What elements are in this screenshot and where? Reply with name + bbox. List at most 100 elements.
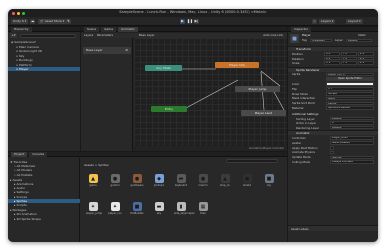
play-icon[interactable]: ▶ <box>180 19 185 24</box>
hierarchy-item[interactable]: ▫ Platform <box>8 63 80 67</box>
assets-folder-item[interactable]: ▸ Scripts <box>8 203 80 207</box>
hierarchy-item[interactable]: ▫ Global Light 2D <box>8 49 80 53</box>
transform-z-field[interactable]: Z 0 <box>358 56 374 61</box>
hierarchy-item[interactable]: ▫ Player <box>8 67 80 71</box>
asset-label: tiles <box>200 212 206 215</box>
asset-tile[interactable]: ● mainm <box>196 174 210 187</box>
asset-tile[interactable]: ● gumbears <box>130 174 144 187</box>
account-dropdown[interactable]: Unity 6 ▾ <box>11 19 29 24</box>
hierarchy-item[interactable]: ▫ Buildings <box>8 58 80 62</box>
node-any-state[interactable]: Any State <box>145 65 182 71</box>
additional-settings-foldout[interactable]: Additional Settings <box>292 112 318 116</box>
asset-labels-bar[interactable]: Asset Labels <box>288 225 378 231</box>
asset-thumbnail-icon: ◆ <box>154 174 164 183</box>
transform-x-field[interactable]: X 0 <box>324 52 340 56</box>
asset-tile[interactable]: ◆ pickup1 <box>152 174 166 187</box>
animator-row-label: Animate Physics <box>292 150 315 155</box>
cloud-icon[interactable]: ☁ <box>30 19 35 24</box>
pause-icon[interactable]: ❚❚ <box>187 19 193 24</box>
tab-hierarchy[interactable]: Hierarchy <box>11 27 32 32</box>
asset-store-dropdown[interactable]: 🛒 Asset Store ▾ <box>38 19 67 24</box>
animator-row-value[interactable]: Always Animate <box>330 160 374 164</box>
node-player-idle[interactable]: Player Idle <box>215 62 259 68</box>
layout-dropdown[interactable]: Layout ▾ <box>346 19 363 24</box>
animator-row-checkbox[interactable] <box>330 146 334 150</box>
sprite-row-label: Material <box>292 106 304 110</box>
scene-tab-bar: Scene Game Animator <box>81 27 287 32</box>
hierarchy-item[interactable]: ◈ SampleScene* <box>8 40 80 44</box>
asset-label: keyboard <box>174 184 188 187</box>
open-sprite-editor-button[interactable]: Open Sprite Editor <box>326 77 374 81</box>
transform-header[interactable]: Transform <box>288 46 378 51</box>
sprite-row-value[interactable] <box>326 82 374 86</box>
animator-row-value[interactable]: Normal <box>330 155 374 160</box>
tab-scene[interactable]: Scene <box>84 27 100 32</box>
tab-console[interactable]: Console <box>29 152 48 157</box>
search-icon[interactable]: ⌕ <box>312 19 317 24</box>
asset-thumbnail-icon: ● <box>110 174 120 183</box>
sprite-row-value[interactable]: Sprite-Lit-Default <box>326 106 374 110</box>
asset-tile[interactable]: ✦ player_run <box>108 202 122 215</box>
animator-graph[interactable]: Any State Player Idle Entry Player Jump … <box>134 38 287 146</box>
transform-z-field[interactable]: Z 0 <box>358 52 374 56</box>
tag-dropdown[interactable]: Untagged <box>310 38 332 43</box>
additional-row-value[interactable]: Default <box>330 116 374 121</box>
transform-y-field[interactable]: Y 0 <box>341 56 357 61</box>
asset-label: mainm <box>198 184 208 187</box>
hierarchy-item[interactable]: ▫ Main Camera <box>8 45 80 49</box>
asset-tile[interactable]: ▬ keyboard <box>174 174 188 187</box>
transform-y-field[interactable]: Y 1 <box>341 61 357 65</box>
asset-tile[interactable]: ▮ side_skyscraper <box>174 202 195 215</box>
object-name[interactable]: Player <box>302 33 311 37</box>
transform-y-field[interactable]: Y 0 <box>341 52 357 56</box>
sprite-row-value[interactable]: X Y <box>326 87 374 91</box>
animator-row-value[interactable]: Player_Anim <box>330 136 374 140</box>
transform-x-field[interactable]: X 1 <box>324 61 340 65</box>
asset-tile[interactable]: ● gummi <box>108 174 122 187</box>
additional-row-label: Sorting Layer <box>296 116 315 121</box>
hierarchy-item[interactable]: ▫ Sky <box>8 54 80 58</box>
animator-component-header[interactable]: Animator <box>288 130 378 135</box>
asset-tile[interactable]: ✦ player_jump <box>86 202 102 215</box>
layer-item-base[interactable]: Base Layer ⚙ <box>83 47 131 54</box>
project-search-input[interactable] <box>226 158 278 163</box>
transform-x-field[interactable]: X 0 <box>324 56 340 61</box>
sprite-row-value[interactable]: Center <box>326 101 374 106</box>
asset-tile[interactable]: ■ bg <box>262 174 276 187</box>
packages-folder-item[interactable]: ▸ 2D Sprite Shape <box>14 217 41 221</box>
additional-row-value[interactable]: 0 <box>330 121 374 125</box>
static-checkbox[interactable]: Static <box>358 33 366 37</box>
tab-game[interactable]: Game <box>101 27 117 32</box>
animator-row-checkbox[interactable] <box>330 150 334 155</box>
project-breadcrumb[interactable]: Assets > Sprites <box>84 163 109 167</box>
asset-tile[interactable]: ● shield <box>240 174 254 187</box>
asset-tile[interactable]: ▲ ship_on <box>218 174 232 187</box>
node-entry[interactable]: Entry <box>151 106 187 112</box>
asset-tile[interactable]: ■ ProBuilder <box>130 202 144 215</box>
tab-inspector[interactable]: Inspector <box>291 27 311 32</box>
project-tree: ★ Favorites ⌕ All Materials ⌕ All Models… <box>8 158 80 242</box>
tab-project[interactable]: Project <box>11 152 28 157</box>
step-icon[interactable]: ▶| <box>194 19 199 24</box>
sprite-row-value[interactable]: None <box>326 96 374 101</box>
tab-animator[interactable]: Animator <box>118 27 138 32</box>
source-control-icon[interactable]: ↯ <box>66 19 71 24</box>
sprite-field[interactable]: Player_run_0 <box>326 72 374 77</box>
sprite-row-value[interactable]: Simple <box>326 92 374 96</box>
transition-lines <box>180 68 285 111</box>
transform-z-field[interactable]: Z 1 <box>358 61 374 65</box>
favorites-item[interactable]: ⌕ All Prefabs <box>14 173 32 177</box>
additional-row-value[interactable]: Default <box>330 125 374 130</box>
node-player-land[interactable]: Player Land <box>241 110 286 116</box>
node-player-jump[interactable]: Player Jump <box>235 86 280 92</box>
add-object-button[interactable]: +▾ <box>10 33 17 38</box>
asset-tile[interactable]: ▬ sky <box>152 202 166 215</box>
asset-tile[interactable]: ▲ game <box>86 174 100 187</box>
gear-icon[interactable]: ⚙ <box>125 47 128 54</box>
hierarchy-search-input[interactable] <box>20 34 76 38</box>
sprite-renderer-header[interactable]: Sprite Renderer <box>288 67 378 72</box>
animator-row-value[interactable]: None (Avatar) <box>330 141 374 145</box>
asset-tile[interactable]: ▦ tiles <box>196 202 210 215</box>
layers-dropdown[interactable]: Layers ▾ <box>319 19 336 24</box>
layer-dropdown[interactable]: Default <box>346 38 372 43</box>
